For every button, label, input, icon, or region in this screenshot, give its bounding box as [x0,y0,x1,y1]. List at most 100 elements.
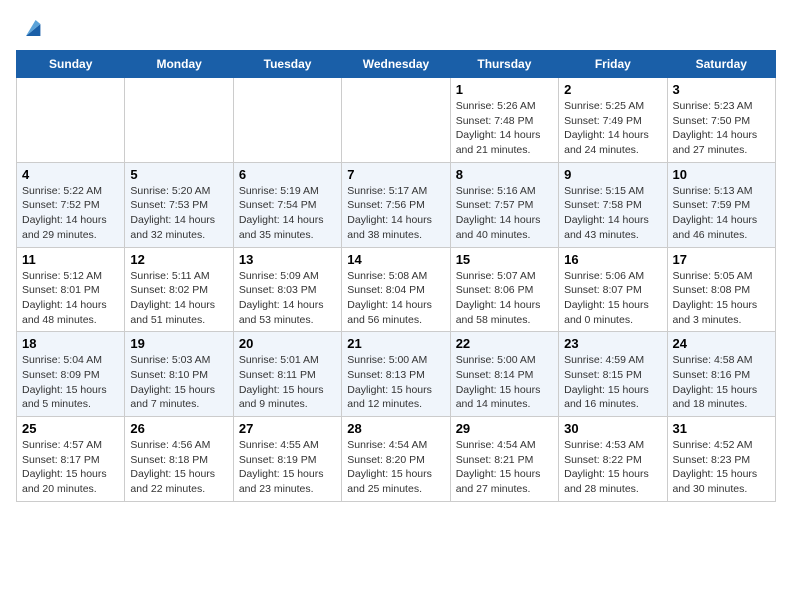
logo [16,16,42,40]
calendar-header-row: SundayMondayTuesdayWednesdayThursdayFrid… [17,51,776,78]
day-number: 3 [673,82,770,97]
calendar-cell: 19 Sunrise: 5:03 AM Sunset: 8:10 PM Dayli… [125,332,233,417]
week-row-3: 11 Sunrise: 5:12 AM Sunset: 8:01 PM Dayli… [17,247,776,332]
day-number: 21 [347,336,444,351]
day-number: 30 [564,421,661,436]
day-number: 13 [239,252,336,267]
day-number: 7 [347,167,444,182]
calendar-cell: 7Sunrise: 5:17 AM Sunset: 7:56 PM Daylig… [342,162,450,247]
day-header-tuesday: Tuesday [233,51,341,78]
day-number: 20 [239,336,336,351]
calendar-cell: 18Sunrise: 5:04 AM Sunset: 8:09 PM Dayli… [17,332,125,417]
calendar-cell: 23 Sunrise: 4:59 AM Sunset: 8:15 PM Dayli… [559,332,667,417]
day-number: 14 [347,252,444,267]
day-header-sunday: Sunday [17,51,125,78]
week-row-5: 25 Sunrise: 4:57 AM Sunset: 8:17 PM Dayli… [17,417,776,502]
calendar-cell: 28 Sunrise: 4:54 AM Sunset: 8:20 PM Dayli… [342,417,450,502]
day-header-saturday: Saturday [667,51,775,78]
week-row-2: 4 Sunrise: 5:22 AM Sunset: 7:52 PM Daylig… [17,162,776,247]
calendar-cell: 24Sunrise: 4:58 AM Sunset: 8:16 PM Dayli… [667,332,775,417]
day-number: 26 [130,421,227,436]
day-info: Sunrise: 5:00 AM Sunset: 8:13 PM Dayligh… [347,353,444,412]
day-info: Sunrise: 5:01 AM Sunset: 8:11 PM Dayligh… [239,353,336,412]
day-number: 27 [239,421,336,436]
calendar-cell: 15Sunrise: 5:07 AM Sunset: 8:06 PM Dayli… [450,247,558,332]
calendar-cell: 16 Sunrise: 5:06 AM Sunset: 8:07 PM Dayli… [559,247,667,332]
calendar-cell: 5 Sunrise: 5:20 AM Sunset: 7:53 PM Daylig… [125,162,233,247]
day-number: 22 [456,336,553,351]
calendar-cell: 3 Sunrise: 5:23 AM Sunset: 7:50 PM Daylig… [667,78,775,163]
day-number: 19 [130,336,227,351]
day-info: Sunrise: 5:20 AM Sunset: 7:53 PM Dayligh… [130,184,227,243]
day-number: 5 [130,167,227,182]
calendar-cell [17,78,125,163]
calendar-cell [342,78,450,163]
day-number: 28 [347,421,444,436]
calendar-cell: 8Sunrise: 5:16 AM Sunset: 7:57 PM Daylig… [450,162,558,247]
calendar-cell: 27 Sunrise: 4:55 AM Sunset: 8:19 PM Dayli… [233,417,341,502]
day-info: Sunrise: 5:26 AM Sunset: 7:48 PM Dayligh… [456,99,553,158]
day-header-wednesday: Wednesday [342,51,450,78]
logo-icon [18,16,42,40]
day-number: 12 [130,252,227,267]
day-number: 1 [456,82,553,97]
day-info: Sunrise: 4:53 AM Sunset: 8:22 PM Dayligh… [564,438,661,497]
calendar-cell: 31 Sunrise: 4:52 AM Sunset: 8:23 PM Dayli… [667,417,775,502]
day-info: Sunrise: 5:08 AM Sunset: 8:04 PM Dayligh… [347,269,444,328]
week-row-4: 18Sunrise: 5:04 AM Sunset: 8:09 PM Dayli… [17,332,776,417]
calendar-cell: 22 Sunrise: 5:00 AM Sunset: 8:14 PM Dayli… [450,332,558,417]
calendar-cell: 2 Sunrise: 5:25 AM Sunset: 7:49 PM Daylig… [559,78,667,163]
day-info: Sunrise: 5:13 AM Sunset: 7:59 PM Dayligh… [673,184,770,243]
calendar-cell: 10 Sunrise: 5:13 AM Sunset: 7:59 PM Dayli… [667,162,775,247]
day-info: Sunrise: 5:19 AM Sunset: 7:54 PM Dayligh… [239,184,336,243]
day-info: Sunrise: 5:25 AM Sunset: 7:49 PM Dayligh… [564,99,661,158]
day-number: 10 [673,167,770,182]
day-number: 4 [22,167,119,182]
calendar-cell [125,78,233,163]
week-row-1: 1 Sunrise: 5:26 AM Sunset: 7:48 PM Daylig… [17,78,776,163]
day-header-thursday: Thursday [450,51,558,78]
day-number: 9 [564,167,661,182]
calendar-cell: 17Sunrise: 5:05 AM Sunset: 8:08 PM Dayli… [667,247,775,332]
day-number: 25 [22,421,119,436]
day-number: 31 [673,421,770,436]
day-header-monday: Monday [125,51,233,78]
day-info: Sunrise: 5:05 AM Sunset: 8:08 PM Dayligh… [673,269,770,328]
calendar-cell: 14 Sunrise: 5:08 AM Sunset: 8:04 PM Dayli… [342,247,450,332]
calendar-cell: 13Sunrise: 5:09 AM Sunset: 8:03 PM Dayli… [233,247,341,332]
day-info: Sunrise: 4:52 AM Sunset: 8:23 PM Dayligh… [673,438,770,497]
calendar-cell: 26 Sunrise: 4:56 AM Sunset: 8:18 PM Dayli… [125,417,233,502]
calendar-cell: 21 Sunrise: 5:00 AM Sunset: 8:13 PM Dayli… [342,332,450,417]
day-info: Sunrise: 5:23 AM Sunset: 7:50 PM Dayligh… [673,99,770,158]
calendar-cell: 29Sunrise: 4:54 AM Sunset: 8:21 PM Dayli… [450,417,558,502]
day-number: 8 [456,167,553,182]
calendar-cell: 25 Sunrise: 4:57 AM Sunset: 8:17 PM Dayli… [17,417,125,502]
day-number: 11 [22,252,119,267]
day-info: Sunrise: 5:12 AM Sunset: 8:01 PM Dayligh… [22,269,119,328]
day-number: 6 [239,167,336,182]
calendar-cell: 6 Sunrise: 5:19 AM Sunset: 7:54 PM Daylig… [233,162,341,247]
day-info: Sunrise: 4:57 AM Sunset: 8:17 PM Dayligh… [22,438,119,497]
day-info: Sunrise: 4:56 AM Sunset: 8:18 PM Dayligh… [130,438,227,497]
day-info: Sunrise: 5:06 AM Sunset: 8:07 PM Dayligh… [564,269,661,328]
calendar-cell: 12 Sunrise: 5:11 AM Sunset: 8:02 PM Dayli… [125,247,233,332]
day-info: Sunrise: 5:11 AM Sunset: 8:02 PM Dayligh… [130,269,227,328]
calendar-cell: 30 Sunrise: 4:53 AM Sunset: 8:22 PM Dayli… [559,417,667,502]
calendar-cell: 4 Sunrise: 5:22 AM Sunset: 7:52 PM Daylig… [17,162,125,247]
day-info: Sunrise: 4:59 AM Sunset: 8:15 PM Dayligh… [564,353,661,412]
day-number: 24 [673,336,770,351]
calendar-cell [233,78,341,163]
day-number: 2 [564,82,661,97]
day-info: Sunrise: 4:55 AM Sunset: 8:19 PM Dayligh… [239,438,336,497]
day-info: Sunrise: 5:15 AM Sunset: 7:58 PM Dayligh… [564,184,661,243]
day-info: Sunrise: 5:03 AM Sunset: 8:10 PM Dayligh… [130,353,227,412]
day-info: Sunrise: 4:54 AM Sunset: 8:21 PM Dayligh… [456,438,553,497]
day-number: 16 [564,252,661,267]
day-info: Sunrise: 4:54 AM Sunset: 8:20 PM Dayligh… [347,438,444,497]
day-info: Sunrise: 5:04 AM Sunset: 8:09 PM Dayligh… [22,353,119,412]
day-info: Sunrise: 5:22 AM Sunset: 7:52 PM Dayligh… [22,184,119,243]
calendar-cell: 11 Sunrise: 5:12 AM Sunset: 8:01 PM Dayli… [17,247,125,332]
day-number: 23 [564,336,661,351]
page-header [16,16,776,40]
day-info: Sunrise: 5:00 AM Sunset: 8:14 PM Dayligh… [456,353,553,412]
